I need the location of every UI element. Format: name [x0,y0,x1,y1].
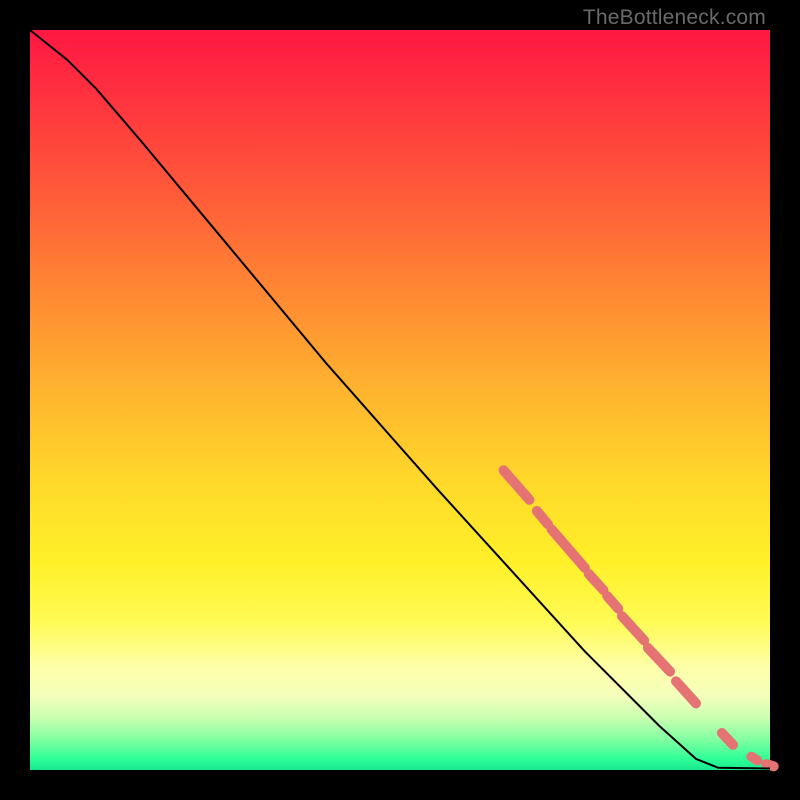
highlight-segment [648,648,670,672]
plot-area [30,30,770,770]
highlight-segment [552,530,585,569]
highlight-segment [676,681,696,703]
highlight-segments [504,470,774,766]
highlight-segment [589,574,604,590]
highlight-segment [607,596,618,609]
highlight-segment [752,757,758,761]
highlight-segment [622,616,644,640]
chart-svg [30,30,770,770]
highlight-segment [722,733,733,745]
chart-frame: TheBottleneck.com [0,0,800,800]
highlight-segment [537,511,548,524]
watermark-text: TheBottleneck.com [583,6,766,30]
highlight-segment [504,470,530,500]
highlight-segment [766,764,773,766]
